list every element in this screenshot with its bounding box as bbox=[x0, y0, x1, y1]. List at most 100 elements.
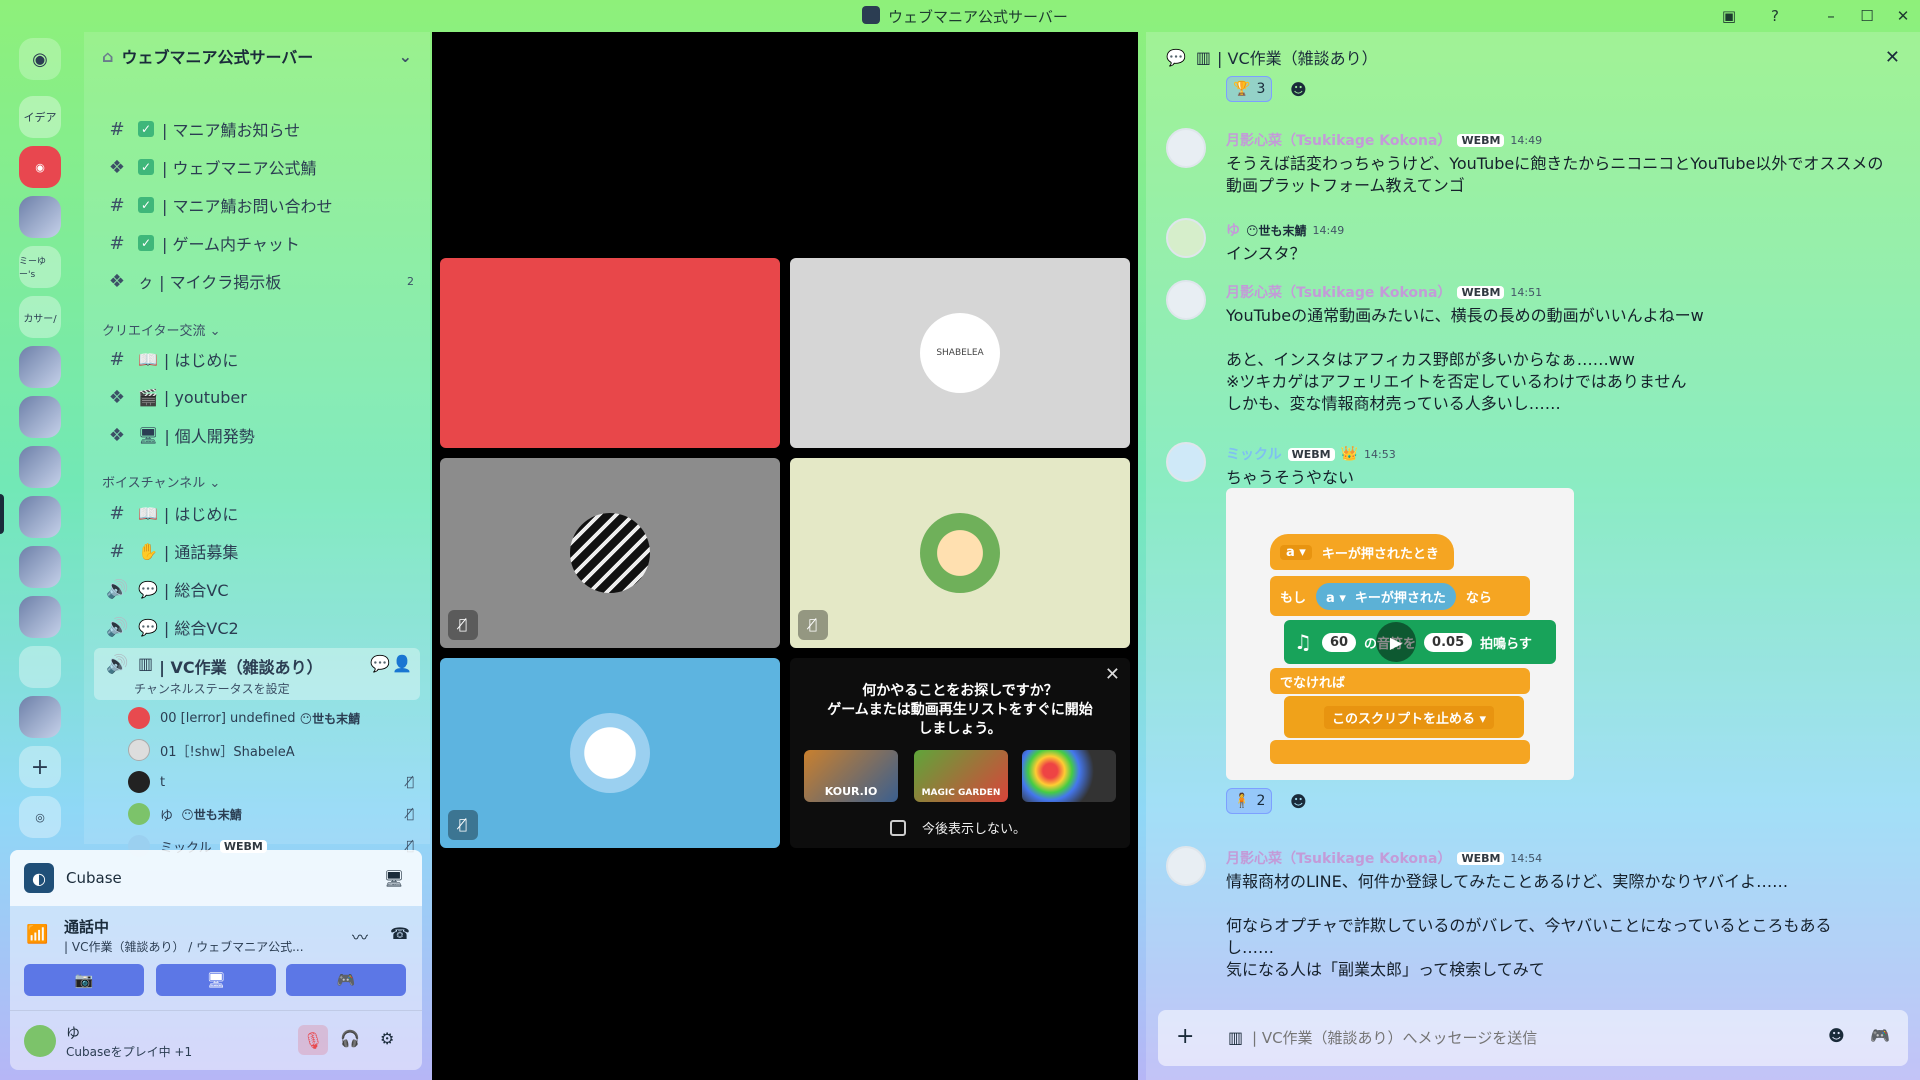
avatar[interactable] bbox=[1166, 442, 1206, 482]
channel-item[interactable]: ❖ ✓ | ウェブマニア公式鯖 bbox=[94, 150, 420, 184]
hash-icon: # bbox=[109, 194, 125, 216]
crown-icon: 👑 bbox=[1340, 446, 1359, 462]
video-tile[interactable] bbox=[440, 258, 780, 448]
gamepad-icon: 🎮 bbox=[336, 971, 356, 989]
forum-icon: ❖ bbox=[108, 424, 126, 446]
server-text[interactable]: カサー/ bbox=[19, 296, 61, 338]
avatar bbox=[128, 707, 150, 729]
emoji-icon: 🏆 bbox=[1233, 81, 1251, 97]
avatar[interactable] bbox=[1166, 218, 1206, 258]
channel-item[interactable]: # ✓ | ゲーム内チャット bbox=[94, 226, 420, 260]
play-icon[interactable]: ▶ bbox=[1376, 622, 1416, 662]
add-reaction-icon[interactable]: ☻ bbox=[1290, 792, 1307, 811]
gear-icon[interactable]: ⚙ bbox=[380, 1029, 394, 1048]
headphones-icon[interactable]: 🎧 bbox=[340, 1029, 360, 1048]
home-button[interactable]: ◉ bbox=[19, 38, 61, 80]
close-icon[interactable]: ✕ bbox=[1885, 47, 1900, 68]
video-tile[interactable]: SHABELEA bbox=[790, 258, 1130, 448]
minimize-button[interactable]: – bbox=[1820, 5, 1842, 27]
server-idea[interactable]: イデア bbox=[19, 96, 61, 138]
hash-icon: # bbox=[109, 232, 125, 254]
video-stage: SHABELEA 🎙̸ 🎙̸ 🎙̸ ✕ 何かやることをお探しですか？ ゲームまた… bbox=[432, 32, 1138, 1080]
activities-button[interactable]: 🎮 bbox=[286, 964, 406, 996]
screen-share-button[interactable]: 🖥 bbox=[156, 964, 276, 996]
add-server-button[interactable]: + bbox=[19, 746, 61, 788]
server-active[interactable] bbox=[19, 496, 61, 538]
avatar bbox=[128, 803, 150, 825]
channel-item[interactable]: ❖ ㇰ | マイクラ掲示板 2 bbox=[94, 264, 420, 298]
voice-user[interactable]: 01［!shw］ShabeleA bbox=[128, 736, 418, 764]
discover-button[interactable]: ◎ bbox=[19, 796, 61, 838]
avatar[interactable] bbox=[1166, 846, 1206, 886]
disconnect-icon[interactable]: ☎ bbox=[390, 924, 410, 943]
add-member-icon[interactable]: 👤 bbox=[392, 654, 412, 673]
thread-icon: 💬 bbox=[1166, 47, 1186, 67]
channel-item[interactable]: # ✋ | 通話募集 bbox=[94, 534, 420, 568]
compass-icon: ◎ bbox=[35, 810, 45, 824]
channel-item[interactable]: ❖ 🎬 | youtuber bbox=[94, 380, 420, 414]
channel-item[interactable]: # ✓ | マニア鯖お問い合わせ bbox=[94, 188, 420, 222]
avatar bbox=[128, 739, 150, 761]
channel-status-link[interactable]: チャンネルステータスを設定 bbox=[134, 680, 290, 697]
channel-item[interactable]: # 📖 | はじめに bbox=[94, 342, 420, 376]
server-avatar[interactable] bbox=[19, 396, 61, 438]
avatar[interactable] bbox=[1166, 280, 1206, 320]
else-block: でなければ bbox=[1270, 668, 1530, 694]
camera-button[interactable]: 📷 bbox=[24, 964, 144, 996]
channel-item[interactable]: # 📖 | はじめに bbox=[94, 496, 420, 530]
app-activity[interactable]: ◐ Cubase 🖥 bbox=[10, 850, 422, 906]
category-creator[interactable]: クリエイター交流 ⌄ bbox=[102, 320, 221, 339]
voice-user[interactable]: ゆ 😶世も末鯖 🎙̸ bbox=[128, 800, 418, 828]
image-attachment[interactable]: a ▾ キーが押されたとき もし a ▾ キーが押された なら ♫ 60 の音符を 0.05… bbox=[1226, 488, 1574, 780]
channel-item[interactable]: # ✓ | マニア鯖お知らせ bbox=[94, 112, 420, 146]
voice-channel-active[interactable]: 🔊 ▥ | VC作業（雑談あり） 💬 👤 チャンネルステータスを設定 bbox=[94, 648, 420, 700]
add-reaction-icon[interactable]: ☻ bbox=[1290, 80, 1307, 99]
end-block bbox=[1270, 740, 1530, 764]
reaction[interactable]: 🧍 2 bbox=[1226, 788, 1273, 814]
video-tile[interactable]: 🎙̸ bbox=[440, 458, 780, 648]
dont-show-checkbox[interactable]: 今後表示しない。 bbox=[890, 818, 1026, 837]
server-avatar[interactable] bbox=[19, 596, 61, 638]
plus-icon: + bbox=[30, 754, 50, 780]
server-avatar[interactable] bbox=[19, 646, 61, 688]
message-input[interactable] bbox=[1252, 1022, 1812, 1054]
channel-item[interactable]: ❖ 🖥 | 個人開発勢 bbox=[94, 418, 420, 452]
voice-user[interactable]: 00 [lerror] undefined 😶世も末鯖 bbox=[128, 704, 418, 732]
chat-icon[interactable]: 💬 bbox=[370, 654, 390, 673]
game-card[interactable] bbox=[1022, 750, 1116, 802]
inbox-icon[interactable]: ▣ bbox=[1718, 5, 1740, 27]
plus-icon[interactable]: + bbox=[1176, 1024, 1194, 1049]
server-avatar[interactable] bbox=[19, 696, 61, 738]
game-card[interactable]: MAGIC GARDEN bbox=[914, 750, 1008, 802]
clapper-icon: 🎬 bbox=[138, 387, 158, 407]
server-avatar[interactable] bbox=[19, 346, 61, 388]
server-discord[interactable]: ◉ bbox=[19, 146, 61, 188]
server-avatar[interactable] bbox=[19, 446, 61, 488]
voice-user[interactable]: t 🎙̸ bbox=[128, 768, 418, 796]
user-avatar[interactable] bbox=[24, 1025, 56, 1057]
guild-header[interactable]: ⌂ ウェブマニア公式サーバー ⌄ bbox=[84, 32, 430, 80]
reaction[interactable]: 🏆 3 bbox=[1226, 76, 1273, 102]
video-tile[interactable]: 🎙̸ bbox=[790, 458, 1130, 648]
mic-muted-icon: 🎙̸ bbox=[448, 610, 478, 640]
maximize-button[interactable]: ☐ bbox=[1856, 5, 1878, 27]
category-voice[interactable]: ボイスチャンネル ⌄ bbox=[102, 472, 220, 491]
hash-icon: # bbox=[109, 118, 125, 140]
mic-muted-icon[interactable]: 🎙 bbox=[298, 1025, 328, 1055]
server-avatar[interactable] bbox=[19, 196, 61, 238]
voice-channel-item[interactable]: 🔊 💬 | 総合VC2 bbox=[94, 610, 420, 644]
close-window-button[interactable]: ✕ bbox=[1892, 5, 1914, 27]
gamepad-icon[interactable]: 🎮 bbox=[1870, 1026, 1890, 1045]
mic-muted-icon: 🎙̸ bbox=[448, 810, 478, 840]
game-card[interactable]: KOUR.IO bbox=[804, 750, 898, 802]
active-server-pill bbox=[0, 494, 4, 534]
video-tile[interactable]: 🎙̸ bbox=[440, 658, 780, 848]
server-avatar[interactable] bbox=[19, 546, 61, 588]
emoji-icon[interactable]: ☻ bbox=[1828, 1026, 1845, 1045]
avatar[interactable] bbox=[1166, 128, 1206, 168]
noise-suppression-icon[interactable]: 〰 bbox=[352, 924, 368, 948]
server-text[interactable]: ミーゆー's bbox=[19, 246, 61, 288]
voice-channel-item[interactable]: 🔊 💬 | 総合VC bbox=[94, 572, 420, 606]
screen-share-icon[interactable]: 🖥 bbox=[384, 869, 404, 888]
help-icon[interactable]: ? bbox=[1764, 5, 1786, 27]
